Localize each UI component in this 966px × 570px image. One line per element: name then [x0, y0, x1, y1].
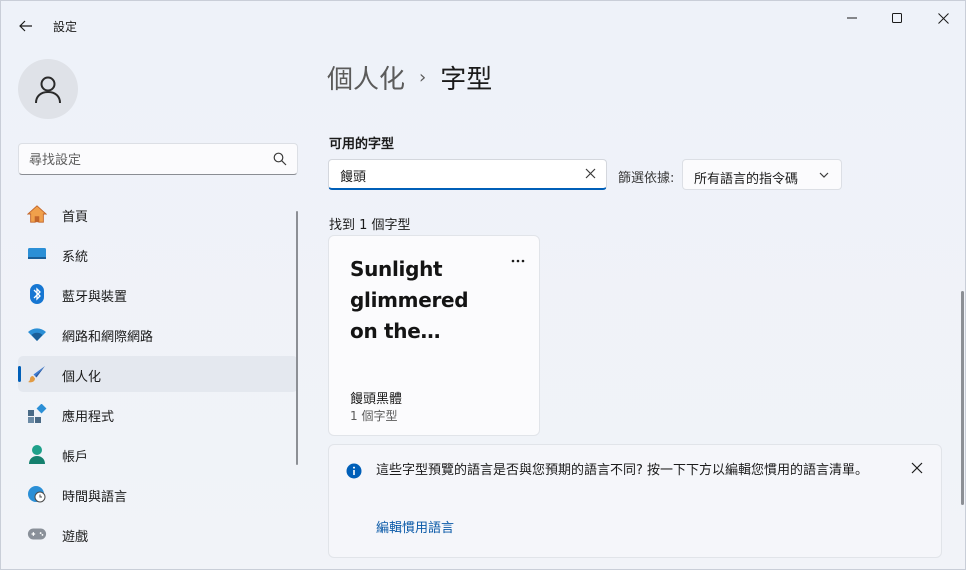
filter-dropdown[interactable]: 所有語言的指令碼	[682, 159, 842, 190]
sidebar-item-apps[interactable]: 應用程式	[18, 396, 298, 432]
info-icon	[346, 463, 362, 479]
close-icon[interactable]	[911, 462, 923, 474]
sidebar-scrollbar[interactable]	[296, 211, 298, 465]
bluetooth-icon	[27, 284, 47, 304]
sidebar-item-time-language[interactable]: 時間與語言	[18, 476, 298, 512]
home-icon	[27, 204, 47, 224]
chevron-right-icon: ›	[419, 67, 427, 88]
title-bar: 設定	[1, 1, 965, 49]
font-preview-line: glimmered	[350, 288, 469, 312]
settings-window: 設定 首頁	[0, 0, 966, 570]
font-preview-line: Sunlight	[350, 257, 443, 281]
sidebar-item-gaming[interactable]: 遊戲	[18, 516, 298, 552]
account-icon	[27, 444, 47, 464]
sidebar-item-label: 個人化	[62, 370, 102, 385]
sidebar-item-home[interactable]: 首頁	[18, 196, 298, 232]
filter-label: 篩選依據:	[618, 171, 675, 186]
font-search-box[interactable]	[328, 159, 607, 190]
clear-icon[interactable]	[585, 168, 596, 179]
font-search-input[interactable]	[340, 165, 570, 185]
sidebar-item-label: 網路和網際網路	[62, 330, 154, 345]
system-monitor-icon	[27, 244, 47, 264]
minimize-icon	[847, 17, 857, 19]
user-icon	[35, 76, 61, 104]
sidebar-item-label: 首頁	[62, 210, 89, 225]
maximize-button[interactable]	[874, 1, 920, 35]
info-message: 這些字型預覽的語言是否與您預期的語言不同? 按一下下方以編輯您慣用的語言清單。	[376, 463, 869, 478]
maximize-icon	[892, 13, 902, 23]
page-title: 字型	[440, 65, 493, 95]
sidebar-item-label: 帳戶	[62, 450, 89, 465]
apps-icon	[27, 404, 47, 424]
sidebar-item-bluetooth[interactable]: 藍牙與裝置	[18, 276, 298, 312]
settings-search-box[interactable]	[18, 143, 298, 175]
sidebar-item-label: 應用程式	[62, 410, 115, 425]
font-preview: Sunlight glimmered on the…	[350, 254, 520, 347]
sidebar-item-personalization[interactable]: 個人化	[18, 356, 298, 392]
sidebar-item-label: 藍牙與裝置	[62, 290, 128, 305]
sidebar-item-label: 遊戲	[62, 530, 89, 545]
font-preview-line: on the…	[350, 319, 441, 343]
more-options-icon[interactable]	[511, 252, 525, 267]
globe-clock-icon	[27, 484, 47, 504]
close-icon	[937, 12, 949, 24]
sidebar-item-label: 系統	[62, 250, 89, 265]
gamepad-icon	[27, 524, 47, 544]
edit-preferred-languages-link[interactable]: 編輯慣用語言	[376, 517, 454, 536]
font-card[interactable]: Sunlight glimmered on the… 饅頭黑體 1 個字型	[328, 235, 540, 436]
back-arrow-icon	[19, 20, 32, 32]
filter-selected-value: 所有語言的指令碼	[694, 172, 799, 187]
close-window-button[interactable]	[920, 1, 966, 35]
sidebar-item-network[interactable]: 網路和網際網路	[18, 316, 298, 352]
breadcrumb-parent[interactable]: 個人化	[327, 59, 405, 96]
breadcrumb: 個人化 › 字型	[327, 59, 492, 96]
wifi-icon	[27, 324, 47, 344]
sidebar-item-accounts[interactable]: 帳戶	[18, 436, 298, 472]
info-bar: 這些字型預覽的語言是否與您預期的語言不同? 按一下下方以編輯您慣用的語言清單。 …	[328, 444, 942, 558]
font-name: 饅頭黑體	[350, 392, 403, 407]
search-icon[interactable]	[273, 152, 287, 166]
minimize-button[interactable]	[829, 1, 875, 35]
main-scrollbar[interactable]	[961, 291, 964, 505]
sidebar-nav: 首頁 系統 藍牙與裝置 網路和網際網路 個人化 應用程式 帳戶 時間與語言 遊戲	[18, 196, 298, 556]
font-count: 1 個字型	[350, 409, 398, 423]
user-avatar[interactable]	[18, 59, 78, 119]
sidebar-item-system[interactable]: 系統	[18, 236, 298, 272]
back-button[interactable]	[11, 11, 41, 41]
chevron-down-icon	[819, 172, 829, 178]
paintbrush-icon	[27, 364, 47, 384]
settings-search-input[interactable]	[29, 150, 259, 170]
results-count-label: 找到 1 個字型	[329, 218, 411, 233]
app-title: 設定	[53, 20, 78, 34]
section-title: 可用的字型	[329, 137, 395, 152]
sidebar-item-label: 時間與語言	[62, 490, 128, 505]
